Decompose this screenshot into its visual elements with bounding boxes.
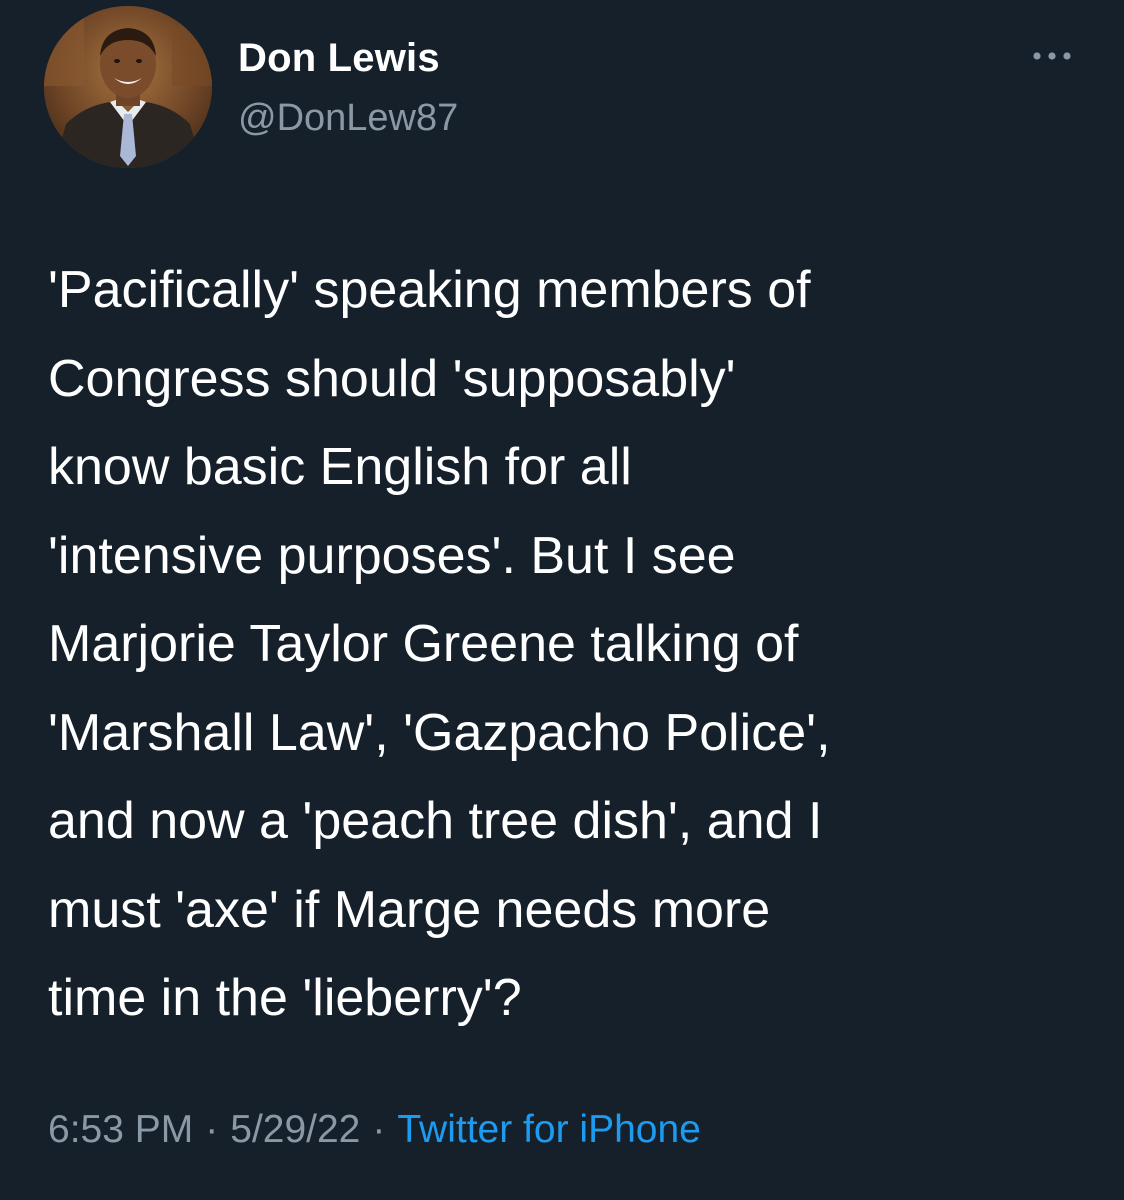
tweet-line: and now a 'peach tree dish', and I [48, 792, 823, 850]
tweet-line: must 'axe' if Marge needs more [48, 880, 771, 939]
tweet-date[interactable]: 5/29/22 [230, 1108, 360, 1151]
tweet-line: time in the 'lieberry'? [48, 969, 522, 1027]
profile-photo [44, 6, 212, 168]
display-name[interactable]: Don Lewis [238, 36, 440, 81]
handle[interactable]: @DonLew87 [238, 97, 458, 140]
tweet-line: know basic English for all [48, 438, 632, 496]
source-link[interactable]: Twitter for iPhone [397, 1108, 700, 1151]
avatar[interactable] [44, 6, 212, 168]
meta-separator: · [205, 1108, 219, 1151]
tweet-text: 'Pacifically' speaking members of Congre… [48, 246, 1098, 1043]
tweet-meta: 6:53 PM · 5/29/22 · Twitter for iPhone [48, 1108, 701, 1152]
more-horizontal-icon [1033, 52, 1071, 60]
tweet-line: 'Marshall Law', 'Gazpacho Police', [48, 703, 831, 762]
tweet-line: Marjorie Taylor Greene talking of [48, 615, 799, 673]
tweet-line: 'intensive purposes'. But I see [48, 526, 736, 585]
tweet-line: Congress should 'supposably' [48, 349, 736, 408]
tweet-line: 'Pacifically' speaking members of [48, 261, 811, 319]
more-options-button[interactable] [1026, 40, 1078, 72]
meta-separator: · [372, 1108, 386, 1151]
tweet-time[interactable]: 6:53 PM [48, 1108, 193, 1151]
